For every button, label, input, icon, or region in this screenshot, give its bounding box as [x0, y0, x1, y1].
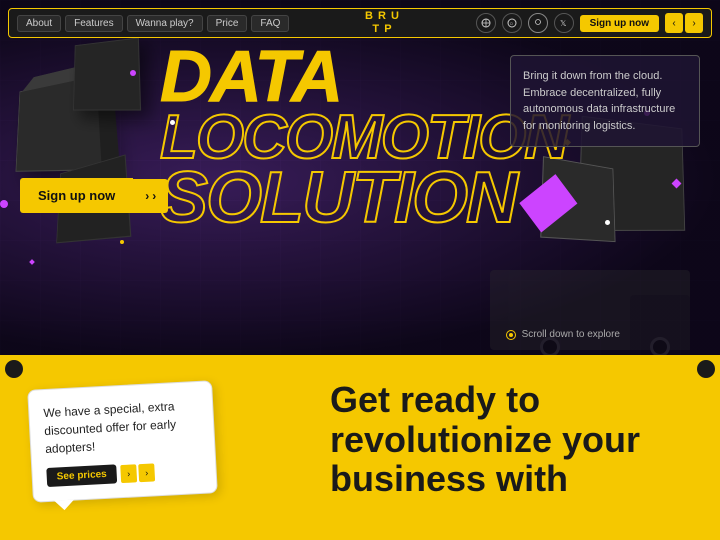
github-icon[interactable]: ○ [502, 13, 522, 33]
discord-icon[interactable] [528, 13, 548, 33]
chevron-right-icon-2: › [152, 189, 156, 203]
yellow-corner-dot-right [697, 360, 715, 378]
nav-about[interactable]: About [17, 15, 61, 32]
nav-logo-line1: B R U [365, 10, 400, 23]
nav-wanna-play[interactable]: Wanna play? [127, 15, 203, 32]
svg-text:○: ○ [509, 22, 513, 28]
speech-arrow-left[interactable]: › [120, 464, 137, 483]
hero-info-box: Bring it down from the cloud. Embrace de… [510, 55, 700, 147]
confetti-dot [0, 200, 8, 208]
nav-prev-button[interactable]: ‹ [665, 13, 683, 33]
confetti-dot [605, 220, 610, 225]
nav-signup-button[interactable]: Sign up now [580, 15, 659, 32]
confetti-dot [130, 70, 136, 76]
confetti-dot [120, 240, 124, 244]
speech-bubble-card: We have a special, extra discounted offe… [27, 380, 218, 503]
navbar: About Features Wanna play? Price FAQ B R… [8, 8, 712, 38]
truck-wheel-2 [540, 337, 560, 357]
see-prices-button[interactable]: See prices [46, 464, 117, 487]
nav-left-items: About Features Wanna play? Price FAQ [17, 15, 289, 32]
scroll-indicator: Scroll down to explore [506, 329, 620, 340]
yellow-section: We have a special, extra discounted offe… [0, 355, 720, 540]
yellow-heading-line3: business with [330, 459, 670, 499]
nav-features[interactable]: Features [65, 15, 122, 32]
nav-arrow-buttons: ‹ › [665, 13, 703, 33]
nav-price[interactable]: Price [207, 15, 248, 32]
scroll-dot-inner [509, 333, 513, 337]
chevron-right-icon-1: › [145, 189, 149, 203]
scroll-text: Scroll down to explore [522, 329, 620, 340]
hero-title-block: DATA LOCOMOTION SOLUTION◆ [160, 45, 569, 230]
cta-arrows[interactable]: › › [133, 179, 168, 213]
hero-cta-block: Sign up now › › [20, 178, 168, 213]
yellow-corner-dot-left [5, 360, 23, 378]
yellow-heading-line1: Get ready to [330, 380, 670, 420]
speech-bubble-text: We have a special, extra discounted offe… [43, 396, 201, 458]
speech-arrow-right[interactable]: › [138, 463, 155, 482]
scroll-dot-icon [506, 330, 516, 340]
nav-faq[interactable]: FAQ [251, 15, 289, 32]
signup-button[interactable]: Sign up now [20, 178, 133, 213]
hero-info-text: Bring it down from the cloud. Embrace de… [523, 68, 687, 134]
svg-text:𝕏: 𝕏 [560, 19, 567, 28]
nav-next-button[interactable]: › [685, 13, 703, 33]
hero-title-solution: SOLUTION◆ [160, 166, 569, 231]
hero-title-data: DATA [160, 45, 569, 110]
nav-logo-line2: T P [365, 23, 400, 36]
truck-wheel-1 [650, 337, 670, 357]
speech-button-row: See prices › › [46, 460, 202, 487]
title-dot: ◆ [516, 158, 569, 238]
yellow-main-heading: Get ready to revolutionize your business… [330, 380, 670, 499]
twitter-icon[interactable]: 𝕏 [554, 13, 574, 33]
yellow-heading-line2: revolutionize your [330, 420, 670, 460]
confetti-diamond [29, 259, 35, 265]
nav-right-items: ○ 𝕏 Sign up now ‹ › [476, 13, 703, 33]
speech-arrow-buttons: › › [120, 463, 155, 483]
nav-logo: B R U T P [365, 10, 400, 36]
hero-section: DATA LOCOMOTION SOLUTION◆ Sign up now › … [0, 0, 720, 360]
network-icon[interactable] [476, 13, 496, 33]
